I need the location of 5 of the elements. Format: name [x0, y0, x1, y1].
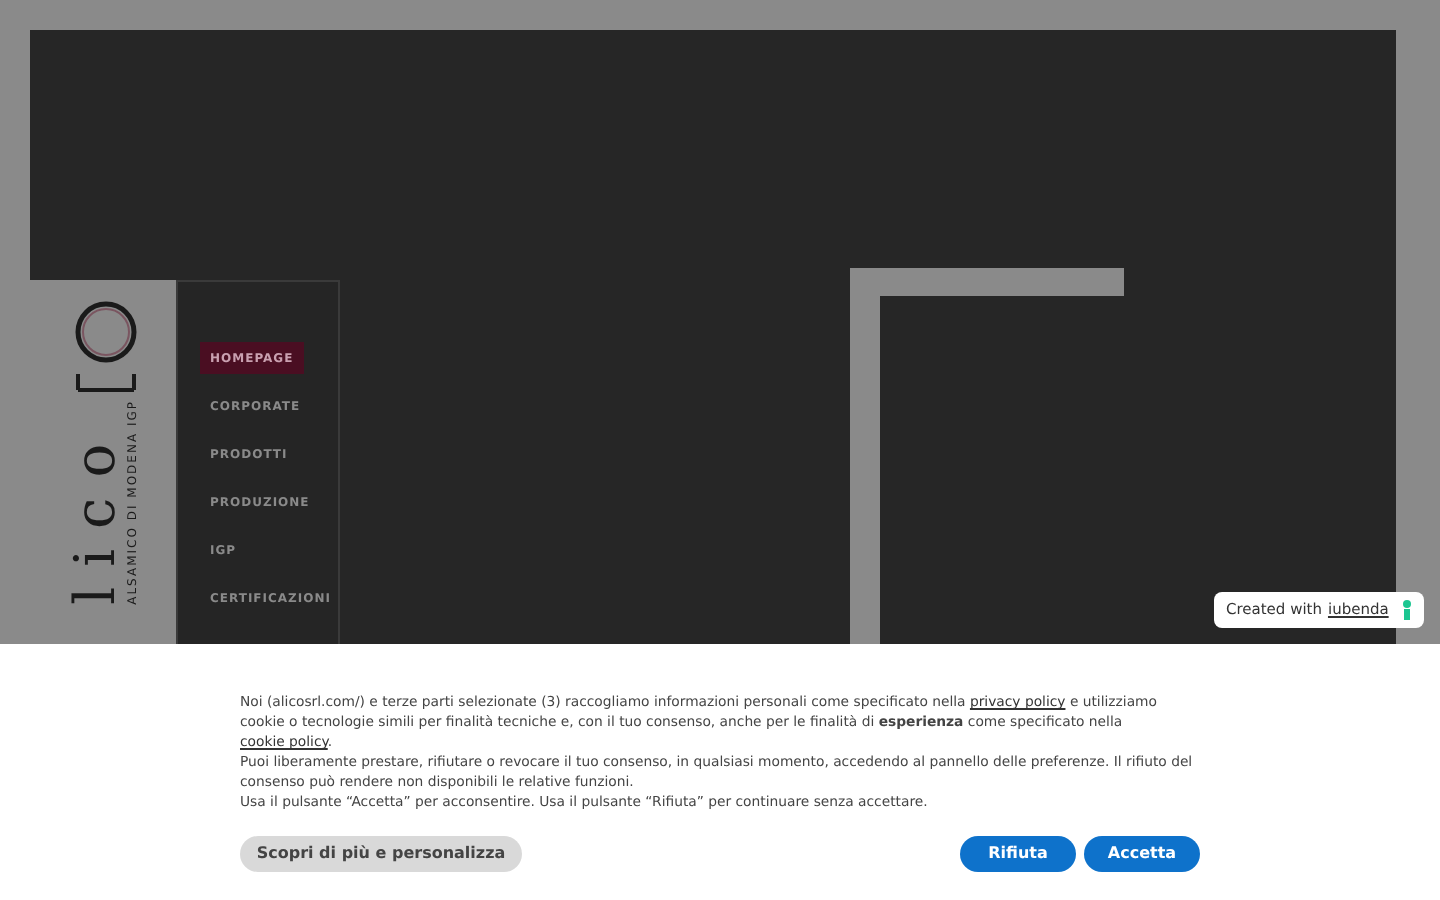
consent-button[interactable]: Accetta [1084, 836, 1200, 872]
iubenda-logo-icon [1402, 600, 1412, 620]
customize-button[interactable]: Scopri di più e personalizza [240, 836, 522, 872]
logo-wordmark: lico [67, 421, 123, 605]
consent-button[interactable]: Rifiuta [960, 836, 1076, 872]
